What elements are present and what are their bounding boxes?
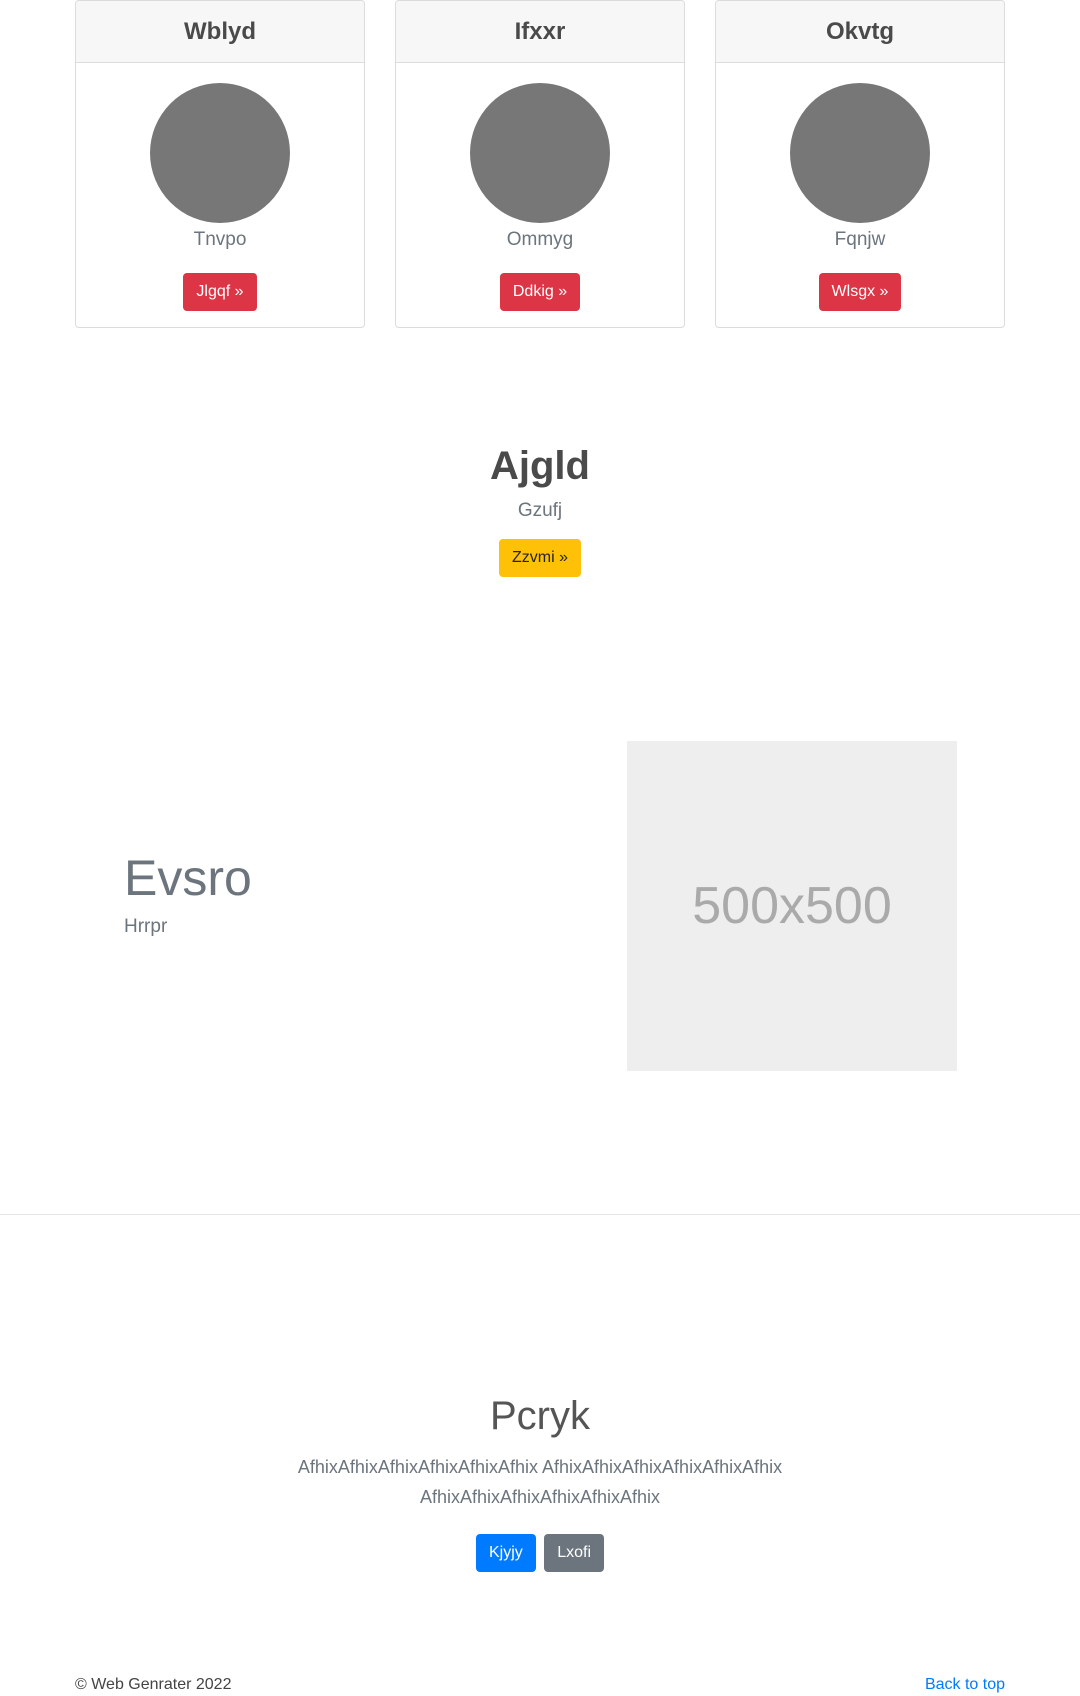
card-title: Okvtg bbox=[716, 1, 1004, 63]
lower-title: Pcryk bbox=[490, 1394, 590, 1438]
card-action-button[interactable]: Wlsgx » bbox=[818, 273, 902, 311]
card-subtitle: Tnvpo bbox=[193, 229, 247, 250]
avatar bbox=[790, 83, 930, 223]
back-to-top-link[interactable]: Back to top bbox=[925, 1675, 1005, 1695]
profile-card: Okvtg Fqnjw Wlsgx » bbox=[715, 0, 1005, 328]
card-action-button[interactable]: Ddkig » bbox=[499, 273, 581, 311]
card-subtitle: Fqnjw bbox=[834, 229, 886, 250]
card-row: Wblyd Tnvpo Jlgqf » Ifxxr Ommyg Ddkig » … bbox=[75, 0, 1006, 328]
feature-subtitle: Hrrpr bbox=[124, 916, 168, 937]
footer-copyright: © Web Genrater 2022 bbox=[75, 1676, 232, 1693]
lower-text: AfhixAfhixAfhixAfhixAfhixAfhix AfhixAfhi… bbox=[297, 1457, 783, 1507]
feature-title: Evsro bbox=[124, 850, 252, 906]
hero-title: Ajgld bbox=[490, 444, 590, 488]
section-divider bbox=[0, 1214, 1080, 1215]
center-hero: Ajgld Gzufj Zzvmi » bbox=[0, 440, 1080, 577]
lower-hero: Pcryk AfhixAfhixAfhixAfhixAfhixAfhix Afh… bbox=[0, 1390, 1080, 1572]
avatar bbox=[470, 83, 610, 223]
hero-subtitle: Gzufj bbox=[517, 500, 563, 521]
image-placeholder: 500x500 bbox=[627, 741, 957, 1071]
secondary-button[interactable]: Lxofi bbox=[544, 1534, 605, 1572]
card-subtitle: Ommyg bbox=[506, 229, 574, 250]
card-action-button[interactable]: Jlgqf » bbox=[183, 273, 257, 311]
primary-button[interactable]: Kjyjy bbox=[475, 1534, 536, 1572]
avatar bbox=[150, 83, 290, 223]
card-title: Ifxxr bbox=[396, 1, 684, 63]
hero-button[interactable]: Zzvmi » bbox=[499, 539, 581, 577]
profile-card: Ifxxr Ommyg Ddkig » bbox=[395, 0, 685, 328]
card-title: Wblyd bbox=[76, 1, 364, 63]
profile-card: Wblyd Tnvpo Jlgqf » bbox=[75, 0, 365, 328]
